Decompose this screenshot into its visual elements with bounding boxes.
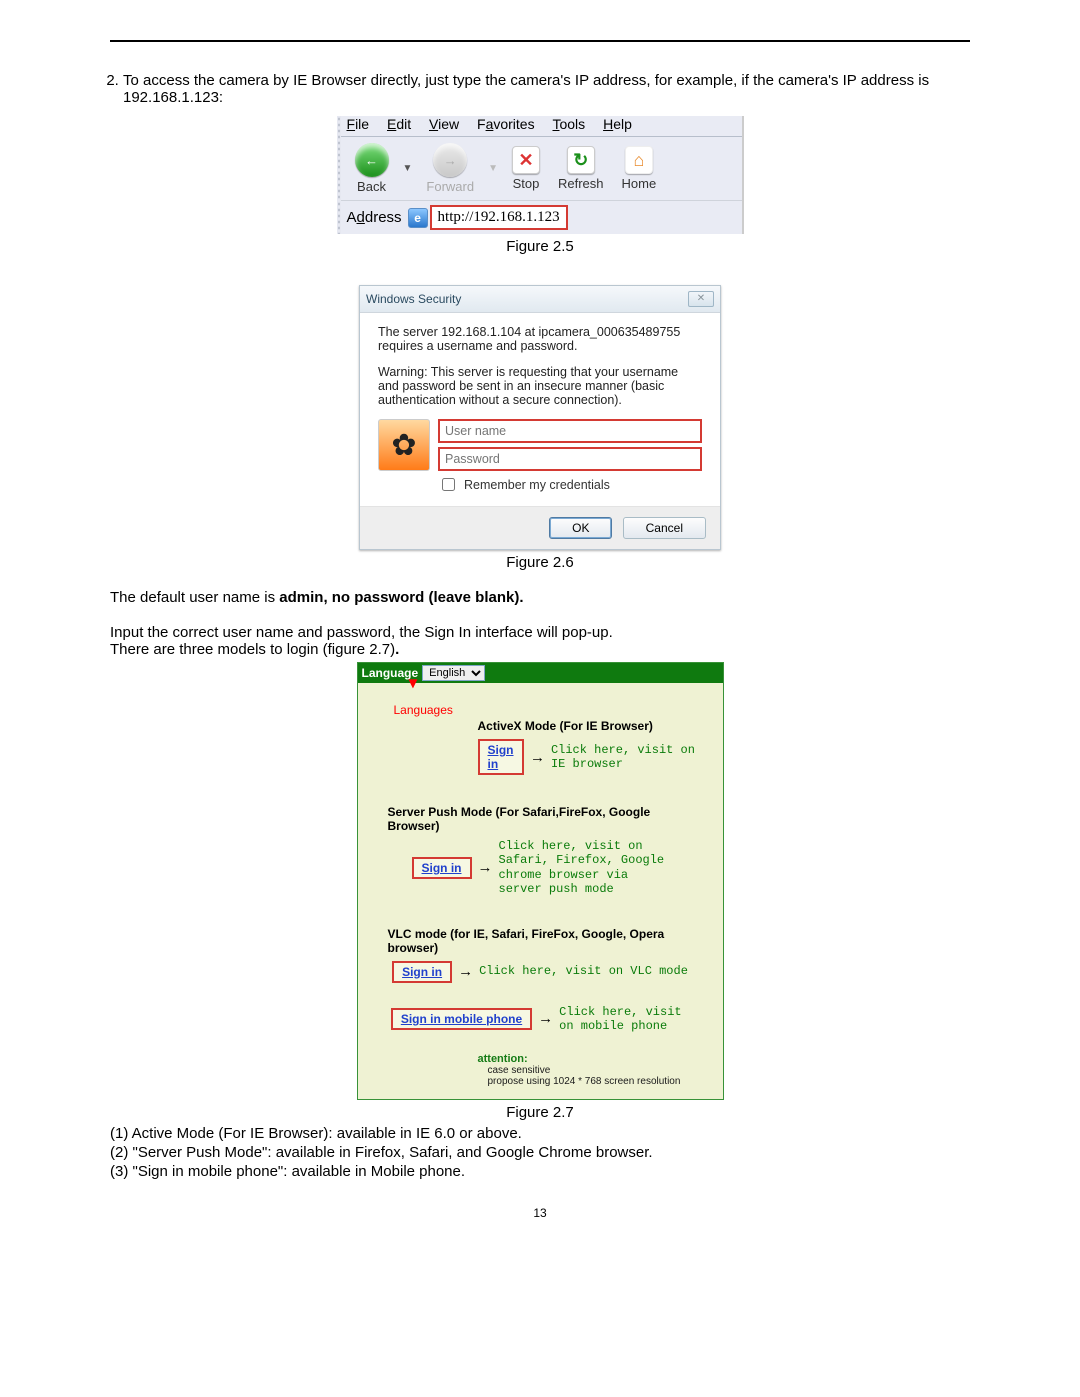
- figure-2-6: Windows Security ✕ The server 192.168.1.…: [359, 285, 721, 550]
- security-line1: The server 192.168.1.104 at ipcamera_000…: [378, 325, 702, 353]
- forward-label: Forward: [426, 179, 474, 194]
- remember-credentials[interactable]: Remember my credentials: [438, 475, 702, 494]
- back-label: Back: [357, 179, 386, 194]
- ok-button[interactable]: OK: [549, 517, 612, 539]
- attention-line2: propose using 1024 * 768 screen resoluti…: [488, 1076, 723, 1087]
- forward-dropdown-icon: ▼: [488, 163, 498, 174]
- stop-label: Stop: [513, 176, 540, 191]
- menu-tools[interactable]: Tools: [552, 116, 585, 132]
- page-number: 13: [110, 1206, 970, 1220]
- stop-button[interactable]: ✕ Stop: [504, 146, 548, 191]
- activex-annotation: Click here, visit on IE browser: [551, 743, 699, 772]
- address-input[interactable]: http://192.168.1.123: [430, 205, 568, 230]
- menu-favorites[interactable]: Favorites: [477, 116, 535, 132]
- signin-mobile-button[interactable]: Sign in mobile phone: [391, 1008, 532, 1030]
- vlc-mode-header: VLC mode (for IE, Safari, FireFox, Googl…: [388, 927, 693, 955]
- ie-icon: e: [408, 208, 428, 228]
- menu-help[interactable]: Help: [603, 116, 632, 132]
- back-icon: ←: [355, 143, 389, 177]
- arrow-icon: →: [530, 749, 545, 766]
- menu-view[interactable]: View: [429, 116, 459, 132]
- close-icon[interactable]: ✕: [688, 291, 714, 307]
- activex-mode-header: ActiveX Mode (For IE Browser): [478, 719, 699, 733]
- password-field[interactable]: [438, 447, 702, 471]
- figure-2-5: File Edit View Favorites Tools Help ← Ba…: [337, 116, 744, 234]
- refresh-icon: ↻: [567, 146, 595, 174]
- address-label: Address: [347, 209, 402, 226]
- remember-label: Remember my credentials: [464, 478, 610, 492]
- arrow-icon: →: [458, 963, 473, 980]
- figure-2-7: Language English ▼▼ Languages ActiveX Mo…: [357, 662, 724, 1100]
- figure-2-5-caption: Figure 2.5: [110, 238, 970, 255]
- security-line2: Warning: This server is requesting that …: [378, 365, 702, 407]
- back-dropdown-icon[interactable]: ▼: [403, 163, 413, 174]
- arrow-icon: →: [478, 859, 493, 876]
- three-models-text: There are three models to login (figure …: [110, 641, 970, 658]
- default-credentials-text: The default user name is admin, no passw…: [110, 589, 970, 606]
- closing-line-2: (2) "Server Push Mode": available in Fir…: [110, 1144, 970, 1161]
- browser-menu-bar: File Edit View Favorites Tools Help: [341, 116, 742, 137]
- menu-file[interactable]: File: [347, 116, 370, 132]
- cancel-button[interactable]: Cancel: [623, 517, 706, 539]
- dialog-title: Windows Security: [366, 292, 461, 306]
- signin-popup-text: Input the correct user name and password…: [110, 624, 970, 641]
- stop-icon: ✕: [512, 146, 540, 174]
- closing-line-1: (1) Active Mode (For IE Browser): availa…: [110, 1125, 970, 1142]
- refresh-button[interactable]: ↻ Refresh: [550, 146, 612, 191]
- refresh-label: Refresh: [558, 176, 604, 191]
- signin-serverpush-button[interactable]: Sign in: [412, 857, 472, 879]
- forward-button: → Forward: [418, 143, 482, 194]
- attention-line1: case sensitive: [488, 1065, 723, 1076]
- arrow-icon: →: [538, 1010, 553, 1027]
- server-push-header: Server Push Mode (For Safari,FireFox, Go…: [388, 805, 693, 833]
- languages-caption: Languages: [394, 703, 453, 717]
- vlc-annotation: Click here, visit on VLC mode: [479, 964, 688, 978]
- serverpush-annotation: Click here, visit on Safari, Firefox, Go…: [499, 839, 669, 897]
- menu-edit[interactable]: Edit: [387, 116, 411, 132]
- language-select[interactable]: English: [422, 665, 485, 681]
- username-field[interactable]: [438, 419, 702, 443]
- home-icon: ⌂: [625, 146, 653, 174]
- figure-2-6-caption: Figure 2.6: [110, 554, 970, 571]
- figure-2-7-caption: Figure 2.7: [110, 1104, 970, 1121]
- home-label: Home: [622, 176, 657, 191]
- back-button[interactable]: ← Back: [347, 143, 397, 194]
- attention-title: attention:: [478, 1053, 723, 1065]
- closing-line-3: (3) "Sign in mobile phone": available in…: [110, 1163, 970, 1180]
- home-button[interactable]: ⌂ Home: [614, 146, 665, 191]
- forward-icon: →: [433, 143, 467, 177]
- signin-activex-button[interactable]: Sign in: [478, 739, 524, 775]
- access-camera-instruction: To access the camera by IE Browser direc…: [123, 72, 970, 106]
- mobile-annotation: Click here, visit on mobile phone: [559, 1005, 689, 1034]
- user-avatar-icon: ✿: [378, 419, 430, 471]
- remember-checkbox[interactable]: [442, 478, 455, 491]
- signin-vlc-button[interactable]: Sign in: [392, 961, 452, 983]
